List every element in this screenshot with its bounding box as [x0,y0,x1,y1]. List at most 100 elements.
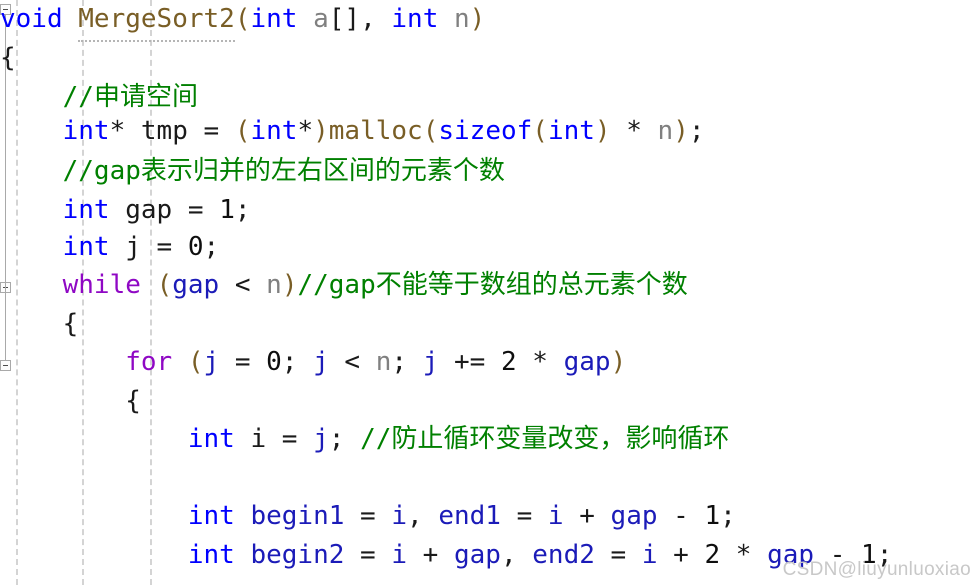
code-token: + [563,501,611,531]
code-surface[interactable]: void MergeSort2(int a[], int n){ //申请空间 … [0,0,979,585]
code-token: i [547,501,564,531]
code-token: i [641,540,658,570]
code-token: int [250,4,298,34]
code-token: , [407,501,439,531]
code-token: = [187,116,235,146]
code-line[interactable]: void MergeSort2(int a[], int n) [0,0,979,42]
code-token: = [500,501,548,531]
code-token: begin2 [250,540,345,570]
code-token: n [375,347,392,377]
code-token: = [344,540,392,570]
code-token: n [454,4,470,34]
code-token: ( [532,116,548,146]
code-token: ( [187,347,204,377]
code-token: * [109,116,141,146]
code-token: gap [172,270,220,300]
code-token: n [266,270,282,300]
code-token: int [391,4,439,34]
code-token: 1 [219,195,235,225]
code-token: - [814,540,862,570]
code-token: += [438,347,501,377]
code-line[interactable]: int gap = 1; [0,191,979,230]
code-token: end1 [438,501,501,531]
code-token: gap [767,540,815,570]
code-token: = [266,424,314,454]
code-token: ) [673,116,689,146]
code-token: ; [720,501,736,531]
code-token: + [657,540,705,570]
code-token: gap [610,501,658,531]
code-token: j [125,232,141,262]
code-token: ) [610,347,627,377]
code-token: end2 [532,540,595,570]
code-token: 1 [861,540,877,570]
code-token: ( [234,116,251,146]
code-line[interactable]: { [0,305,979,344]
code-token: 不能等于数组的总元素个数 [375,270,688,300]
code-token: [], [328,4,392,34]
code-token: for [125,347,173,377]
code-line[interactable]: { [0,39,979,78]
code-token: n [657,116,674,146]
code-token: i [250,424,267,454]
code-token: { [0,43,16,73]
code-line[interactable]: { [0,382,979,421]
code-line[interactable]: int begin1 = i, end1 = i + gap - 1; [0,497,979,536]
code-token: int [187,540,235,570]
code-token: begin1 [250,501,345,531]
code-token: 0 [266,347,282,377]
code-line[interactable]: int i = j; //防止循环变量改变，影响循环 [0,420,979,459]
code-token: 防止循环变量改变，影响循环 [391,424,730,454]
code-token: ( [234,4,251,34]
code-token: * [610,116,658,146]
code-line[interactable]: int j = 0; [0,228,979,267]
code-token: int [62,232,110,262]
code-line[interactable]: for (j = 0; j < n; j += 2 * gap) [0,343,979,382]
code-token: = [172,195,220,225]
code-line[interactable]: int begin2 = i + gap, end2 = i + 2 * gap… [0,536,979,575]
code-token: ) [469,4,486,34]
code-token: - [657,501,705,531]
code-token: j [313,347,329,377]
code-token: malloc [328,116,423,146]
code-token: 2 [704,540,721,570]
code-token: sizeof [438,116,533,146]
code-token: int [62,195,110,225]
code-token: = [219,347,267,377]
code-token: // [360,424,392,454]
code-token: < [328,347,376,377]
code-token: gap [125,195,173,225]
code-token: 2 [500,347,517,377]
code-token: ; [391,347,423,377]
code-line[interactable]: //gap表示归并的左右区间的元素个数 [0,152,979,191]
code-token: //gap [62,156,141,186]
code-line[interactable]: int* tmp = (int*)malloc(sizeof(int) * n)… [0,112,979,151]
code-token: i [391,540,408,570]
code-token: //gap [297,270,376,300]
code-token: j [422,347,439,377]
code-token: 0 [187,232,204,262]
code-token: void [0,4,79,34]
code-token: = [140,232,188,262]
code-token: j [313,424,329,454]
code-token: ; [328,424,361,454]
code-token: { [62,309,79,339]
code-token: 1 [704,501,721,531]
code-line[interactable] [0,458,979,497]
code-token: tmp [140,116,188,146]
code-line[interactable]: while (gap < n)//gap不能等于数组的总元素个数 [0,266,979,305]
code-token: ; [281,347,314,377]
code-token: ; [203,232,220,262]
code-token: int [187,501,235,531]
